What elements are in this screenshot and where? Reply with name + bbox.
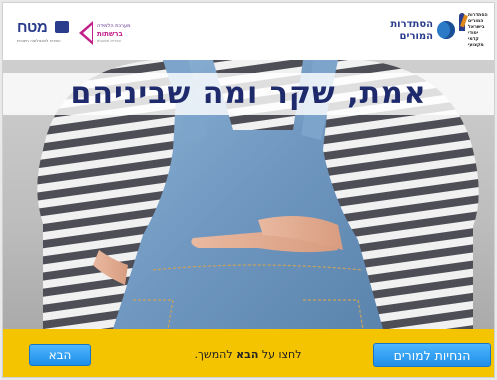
instruction-bold: הבא — [236, 348, 259, 361]
mateh-logo: מטח המרכז לטכנולוגיה חינוכית — [17, 19, 69, 47]
curriculum-logo-line1: מערכת הלמידה — [97, 23, 131, 29]
teacher-guide-button[interactable]: הנחיות למורים — [373, 343, 491, 367]
histadrut-logo: הסתדרות המורים — [375, 17, 455, 47]
unit-line: קדמי — [468, 37, 479, 42]
unit-line: הסתדרות — [468, 13, 488, 18]
histadrut-logo-line2: המורים — [399, 31, 433, 42]
footer-bar: הבא לחצו על הבא להמשך. הנחיות למורים — [3, 329, 494, 377]
instruction-text: לחצו על הבא להמשך. — [153, 348, 343, 361]
curriculum-logo: מערכת הלמידה ברשתות ספריית משאבים — [79, 21, 133, 45]
hero-image: אמת, שקר ומה שביניהם — [3, 60, 494, 329]
histadrut-circle-icon — [437, 21, 455, 39]
unit-line: יסודי — [468, 31, 479, 36]
header: מטח המרכז לטכנולוגיה חינוכית מערכת הלמיד… — [3, 3, 494, 59]
unit-line: מקצועי — [468, 43, 484, 48]
page-title: אמת, שקר ומה שביניהם — [70, 76, 427, 111]
curriculum-logo-line3: ספריית משאבים — [97, 39, 121, 43]
histadrut-logo-line1: הסתדרות — [390, 19, 433, 30]
instruction-prefix: לחצו על — [258, 348, 302, 361]
next-button[interactable]: הבא — [29, 344, 91, 366]
curriculum-chevron-inner — [83, 25, 92, 41]
unit-logo: הסתדרות המורים בישראל יסודי קדמי מקצועי — [459, 11, 493, 55]
unit-logo-text: הסתדרות המורים בישראל יסודי קדמי מקצועי — [468, 13, 488, 49]
curriculum-logo-line2: ברשתות — [97, 30, 123, 38]
mateh-logo-mark — [55, 21, 69, 33]
slide-frame: מטח המרכז לטכנולוגיה חינוכית מערכת הלמיד… — [2, 2, 495, 378]
unit-line: בישראל — [468, 25, 485, 30]
mateh-logo-word: מטח — [17, 19, 48, 36]
mateh-logo-sub: המרכז לטכנולוגיה חינוכית — [17, 38, 61, 43]
unit-line: המורים — [468, 19, 484, 24]
instruction-suffix: להמשך. — [194, 348, 237, 361]
